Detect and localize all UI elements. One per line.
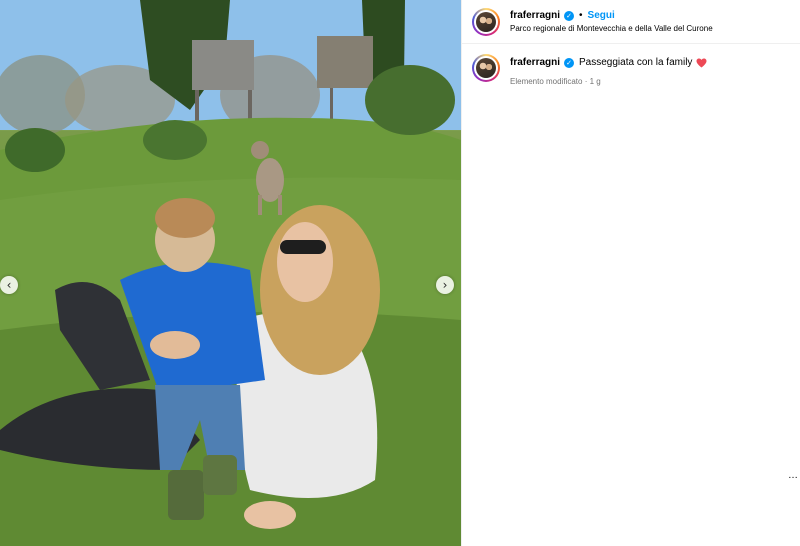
caption-comment: fraferragni ✓ Passeggiata con la family … bbox=[462, 44, 800, 86]
post-header: fraferragni ✓ • Segui Parco regionale di… bbox=[462, 0, 800, 44]
next-photo-button[interactable]: › bbox=[436, 276, 454, 294]
avatar-image bbox=[476, 11, 496, 32]
caption-username-link[interactable]: fraferragni bbox=[510, 57, 560, 68]
author-avatar[interactable] bbox=[472, 7, 500, 36]
red-heart-icon bbox=[696, 57, 707, 68]
avatar-image bbox=[476, 58, 496, 78]
chevron-left-icon: ‹ bbox=[6, 278, 12, 292]
caption-text: Passeggiata con la family bbox=[579, 57, 693, 68]
verified-badge-icon: ✓ bbox=[564, 10, 575, 21]
photo-scene bbox=[0, 0, 461, 546]
separator-dot: • bbox=[579, 10, 583, 21]
follow-button[interactable]: Segui bbox=[588, 10, 615, 21]
post-photo[interactable]: ‹ › bbox=[0, 0, 461, 546]
edited-label: Elemento modificato bbox=[510, 77, 583, 86]
chevron-right-icon: › bbox=[442, 278, 448, 292]
caption-author-avatar[interactable] bbox=[472, 54, 500, 82]
previous-photo-button[interactable]: ‹ bbox=[0, 276, 18, 294]
post-viewer: ‹ › fraferragni ✓ • Segui Parco regional… bbox=[0, 0, 800, 546]
more-options-icon[interactable]: … bbox=[788, 470, 798, 481]
author-username-link[interactable]: fraferragni bbox=[510, 10, 560, 21]
verified-badge-icon: ✓ bbox=[564, 57, 575, 68]
timestamp[interactable]: 1 g bbox=[590, 77, 601, 86]
post-side-panel: fraferragni ✓ • Segui Parco regionale di… bbox=[461, 0, 800, 546]
location-link[interactable]: Parco regionale di Montevecchia e della … bbox=[510, 24, 713, 33]
caption-meta: Elemento modificato · 1 g bbox=[510, 77, 601, 86]
